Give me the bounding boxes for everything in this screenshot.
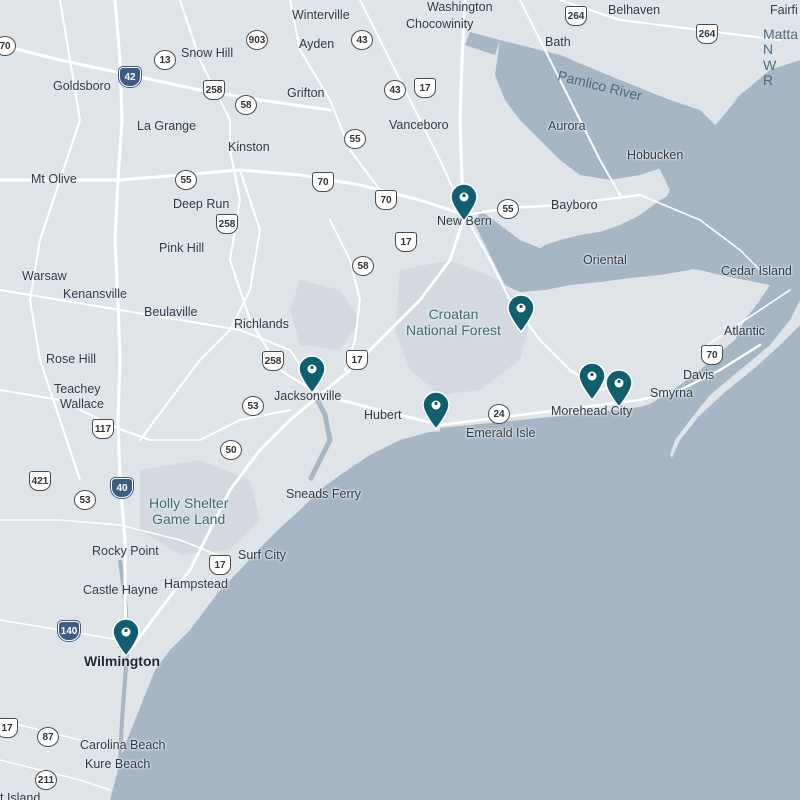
label-snow-hill: Snow Hill [181, 46, 234, 60]
map-view[interactable]: Winterville Washington Chocowinity Belha… [0, 0, 800, 800]
route-shield-117: 117 [92, 419, 114, 439]
map-marker-morehead-city-east[interactable] [604, 369, 634, 409]
label-hubert: Hubert [364, 408, 402, 422]
map-marker-jacksonville[interactable] [297, 355, 327, 395]
route-shield-258: 258 [203, 80, 225, 100]
route-shield-17: 17 [0, 718, 18, 738]
route-shield-70: 70 [701, 345, 723, 365]
label-cedar-island: Cedar Island [721, 264, 792, 278]
label-winterville: Winterville [292, 8, 350, 22]
label-smyrna: Smyrna [650, 386, 694, 400]
marker-pin-icon [422, 391, 450, 431]
marker-pin-icon [298, 355, 326, 395]
map-marker-croatan[interactable] [506, 294, 536, 334]
route-shield-i42: 42 [119, 67, 141, 87]
label-beulaville: Beulaville [144, 305, 198, 319]
label-kinston: Kinston [228, 140, 270, 154]
route-shield-55: 55 [344, 129, 366, 149]
label-sneads-ferry: Sneads Ferry [286, 487, 362, 501]
label-kure-beach: Kure Beach [85, 757, 151, 771]
marker-pin-icon [450, 183, 478, 223]
label-castle-hayne: Castle Hayne [83, 583, 159, 597]
route-shield-87: 87 [37, 727, 59, 747]
label-mattamuskeet: Matta N W R [763, 26, 799, 89]
label-bald-head-island: t Island [0, 791, 41, 800]
label-goldsboro: Goldsboro [53, 79, 111, 93]
route-shield-258: 258 [216, 214, 238, 234]
label-holly-shelter-game-land: Holly Shelter Game Land [149, 495, 229, 528]
marker-pin-icon [112, 618, 140, 658]
label-teachey: Teachey [54, 382, 101, 396]
label-deep-run: Deep Run [173, 197, 230, 211]
label-bayboro: Bayboro [551, 198, 598, 212]
route-shield-53: 53 [242, 396, 264, 416]
label-la-grange: La Grange [137, 119, 197, 133]
route-shield-264: 264 [565, 6, 587, 26]
label-chocowinity: Chocowinity [406, 17, 474, 31]
route-shield-70: 70 [375, 190, 397, 210]
label-emerald-isle: Emerald Isle [466, 426, 536, 440]
label-rose-hill: Rose Hill [46, 352, 97, 366]
route-shield-24: 24 [488, 404, 510, 424]
route-shield-17: 17 [414, 78, 436, 98]
label-oriental: Oriental [583, 253, 627, 267]
label-warsaw: Warsaw [22, 269, 67, 283]
route-shield-421: 421 [29, 471, 51, 491]
map-marker-morehead-city-west[interactable] [577, 362, 607, 402]
label-richlands: Richlands [234, 317, 289, 331]
label-davis: Davis [683, 368, 715, 382]
label-hobucken: Hobucken [627, 148, 684, 162]
label-belhaven: Belhaven [608, 3, 661, 17]
label-rocky-point: Rocky Point [92, 544, 159, 558]
route-shield-43: 43 [351, 30, 373, 50]
map-marker-new-bern[interactable] [449, 183, 479, 223]
map-marker-hubert[interactable] [421, 391, 451, 431]
route-shield-17: 17 [346, 350, 368, 370]
label-carolina-beach: Carolina Beach [80, 738, 166, 752]
route-shield-211: 211 [35, 770, 57, 790]
label-vanceboro: Vanceboro [389, 118, 449, 132]
route-shield-70: 70 [312, 172, 334, 192]
route-shield-43: 43 [384, 80, 406, 100]
route-shield-17: 17 [209, 555, 231, 575]
route-shield-13: 13 [154, 50, 176, 70]
route-shield-55: 55 [175, 170, 197, 190]
label-aurora: Aurora [548, 119, 586, 133]
route-shield-50: 50 [220, 440, 242, 460]
route-shield-258: 258 [262, 351, 284, 371]
label-washington: Washington [427, 0, 493, 14]
label-croatan-national-forest: Croatan National Forest [406, 306, 501, 339]
marker-pin-icon [605, 369, 633, 409]
route-shield-903: 903 [246, 30, 268, 50]
label-kenansville: Kenansville [63, 287, 127, 301]
label-surf-city: Surf City [238, 548, 286, 562]
route-shield-264: 264 [696, 24, 718, 44]
route-shield-17: 17 [395, 232, 417, 252]
label-pink-hill: Pink Hill [159, 241, 205, 255]
label-ayden: Ayden [299, 37, 335, 51]
route-shield-i40: 40 [111, 478, 133, 498]
route-shield-53: 53 [74, 490, 96, 510]
label-grifton: Grifton [287, 86, 325, 100]
route-shield-i140: 140 [58, 621, 80, 641]
map-marker-wilmington[interactable] [111, 618, 141, 658]
label-atlantic: Atlantic [724, 324, 765, 338]
route-shield-55: 55 [497, 199, 519, 219]
label-fairfield: Fairfi [770, 3, 798, 17]
label-mt-olive: Mt Olive [31, 172, 77, 186]
label-bath: Bath [545, 35, 571, 49]
marker-pin-icon [507, 294, 535, 334]
label-hampstead: Hampstead [164, 577, 228, 591]
route-shield-58: 58 [235, 95, 257, 115]
marker-pin-icon [578, 362, 606, 402]
route-shield-58: 58 [352, 256, 374, 276]
label-wallace: Wallace [60, 397, 104, 411]
